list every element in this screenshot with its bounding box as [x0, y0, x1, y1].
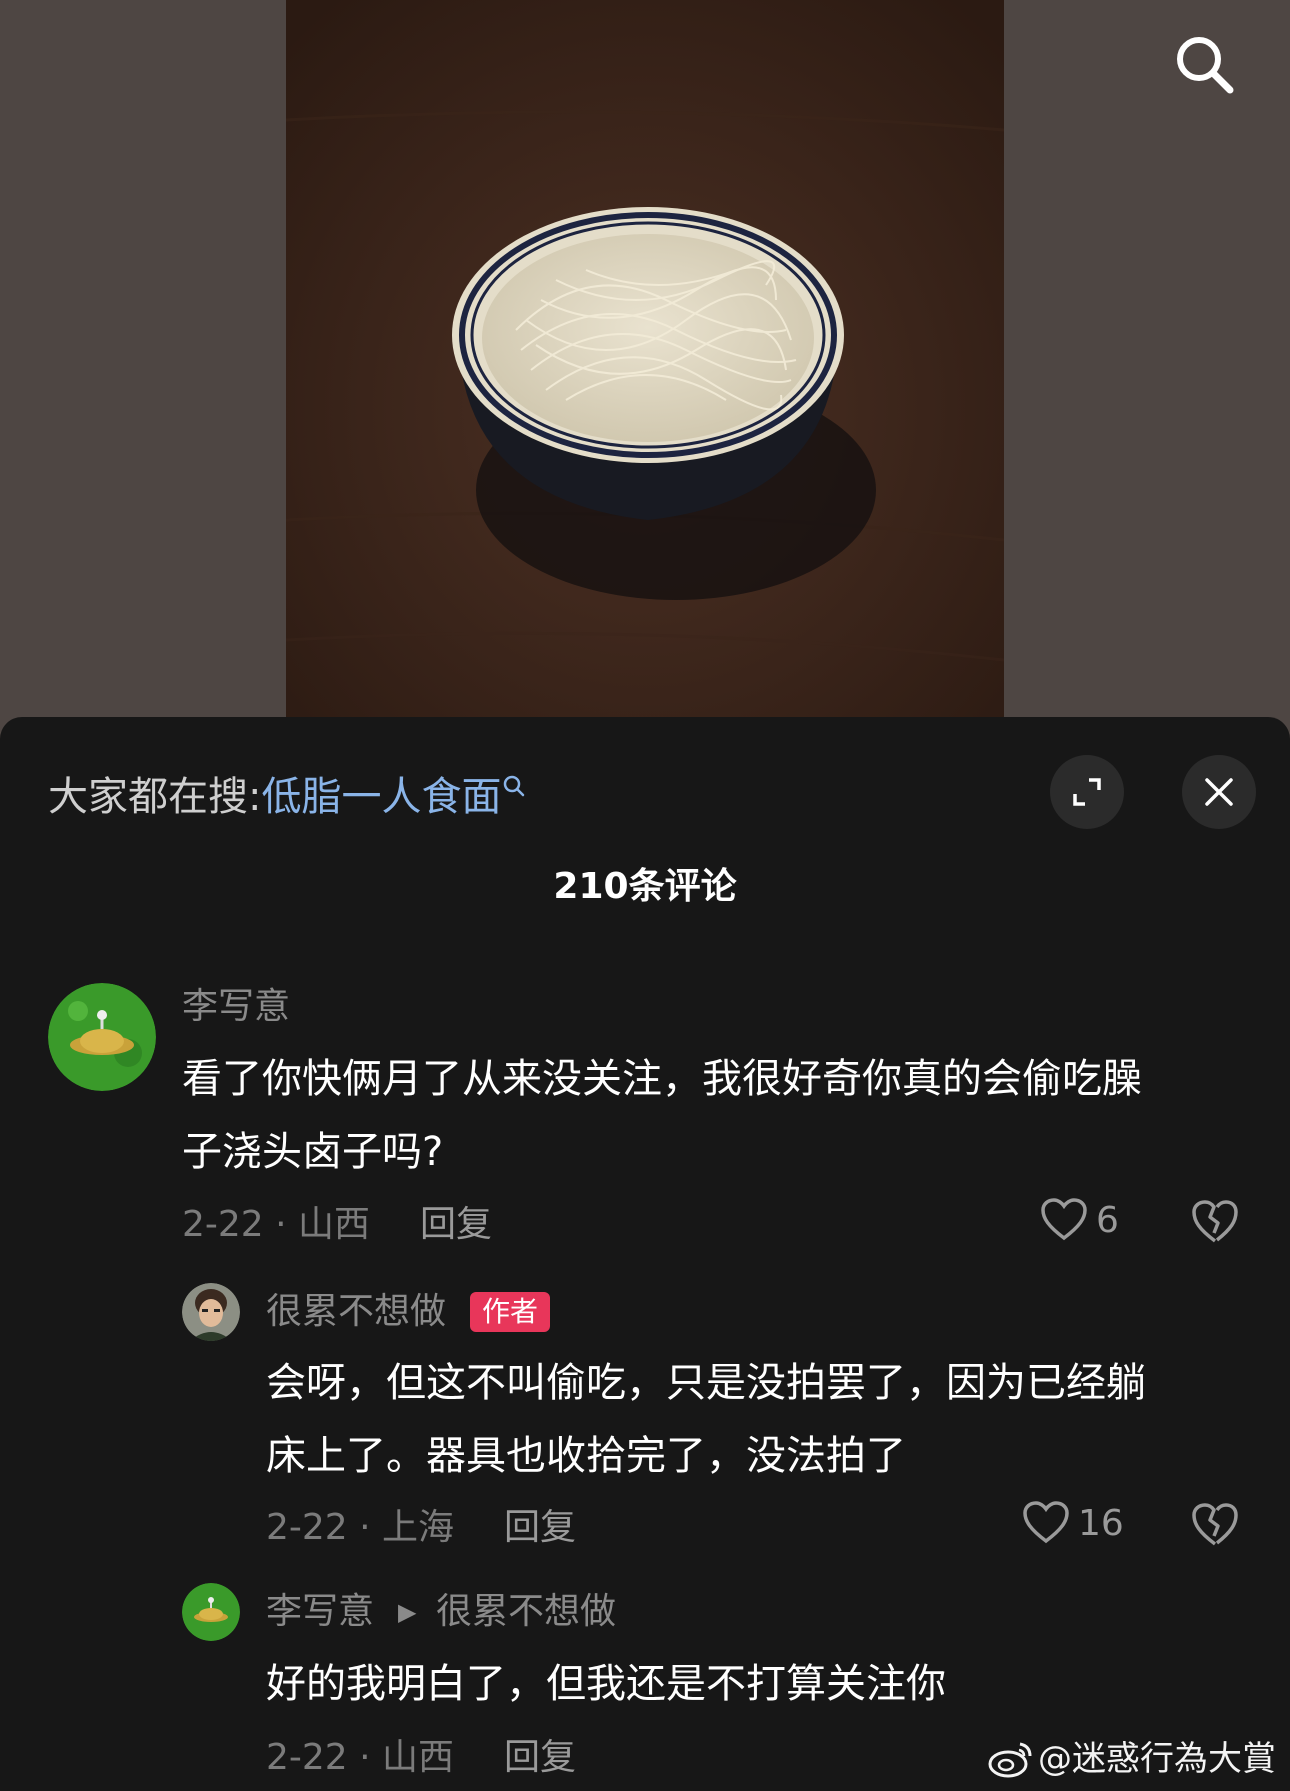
avatar[interactable]	[182, 1283, 240, 1341]
reply-button[interactable]: 回复	[420, 1200, 492, 1250]
comment-date-location: 2-22 · 山西	[266, 1737, 455, 1778]
reply-to-username[interactable]: 很累不想做	[436, 1587, 616, 1637]
comments-sheet: 大家都在搜:低脂一人食面 210条评论 李写意 看了你快俩月了从来没关注，我很好…	[0, 717, 1290, 1791]
avatar[interactable]	[182, 1583, 240, 1641]
comment-text-line: 子浇头卤子吗?	[182, 1129, 444, 1175]
expand-button[interactable]	[1050, 755, 1124, 829]
comment-date-location: 2-22 · 上海	[266, 1507, 455, 1548]
video-frame[interactable]	[286, 0, 1004, 740]
comment-text-line: 会呀，但这不叫偷吃，只是没拍罢了，因为已经躺	[266, 1360, 1146, 1406]
reply-button[interactable]: 回复	[504, 1733, 576, 1783]
comment-text-line: 看了你快俩月了从来没关注，我很好奇你真的会偷吃臊	[182, 1056, 1142, 1102]
video-area[interactable]	[0, 0, 1290, 740]
dislike-button[interactable]	[1190, 1199, 1240, 1249]
comment-date-location: 2-22 · 山西	[182, 1204, 371, 1245]
search-icon	[1177, 37, 1234, 94]
comment-count: 210条评论	[553, 866, 737, 907]
avatar-image	[182, 1283, 240, 1341]
comment-text-line: 床上了。器具也收拾完了，没法拍了	[266, 1433, 906, 1479]
dislike-button[interactable]	[1190, 1502, 1240, 1552]
comment-username[interactable]: 李写意	[182, 982, 290, 1032]
close-icon	[1205, 778, 1233, 806]
watermark: @迷惑行為大賞	[988, 1735, 1276, 1783]
comment-text-line: 好的我明白了，但我还是不打算关注你	[266, 1661, 946, 1707]
reply-button[interactable]: 回复	[504, 1503, 576, 1553]
author-badge: 作者	[470, 1292, 551, 1332]
watermark-text: @迷惑行為大賞	[1038, 1739, 1276, 1779]
heart-icon	[1041, 1198, 1087, 1241]
broken-heart-icon	[1192, 1503, 1238, 1546]
noodle-bowl-image	[286, 0, 1004, 740]
expand-icon	[1073, 778, 1101, 806]
like-count: 16	[1078, 1502, 1124, 1544]
comment-username[interactable]: 李写意	[266, 1587, 374, 1637]
search-suggestion-prefix: 大家都在搜:	[48, 774, 262, 820]
broken-heart-icon	[1192, 1200, 1238, 1243]
avatar-image	[182, 1583, 240, 1641]
like-count: 6	[1096, 1199, 1119, 1241]
search-suggestion-term[interactable]: 低脂一人食面	[261, 774, 501, 820]
heart-icon	[1023, 1501, 1069, 1544]
search-button[interactable]	[1168, 28, 1240, 100]
close-button[interactable]	[1182, 755, 1256, 829]
comment-username[interactable]: 很累不想做	[266, 1287, 446, 1337]
small-search-icon	[504, 775, 525, 797]
reply-arrow-icon: ▶	[398, 1598, 417, 1626]
like-button[interactable]: 6	[1040, 1198, 1119, 1242]
search-suggestion[interactable]: 大家都在搜:低脂一人食面	[48, 769, 527, 825]
weibo-logo-icon	[988, 1742, 1032, 1778]
avatar[interactable]	[48, 983, 156, 1091]
like-button[interactable]: 16	[1022, 1501, 1124, 1545]
avatar-image	[48, 983, 156, 1091]
